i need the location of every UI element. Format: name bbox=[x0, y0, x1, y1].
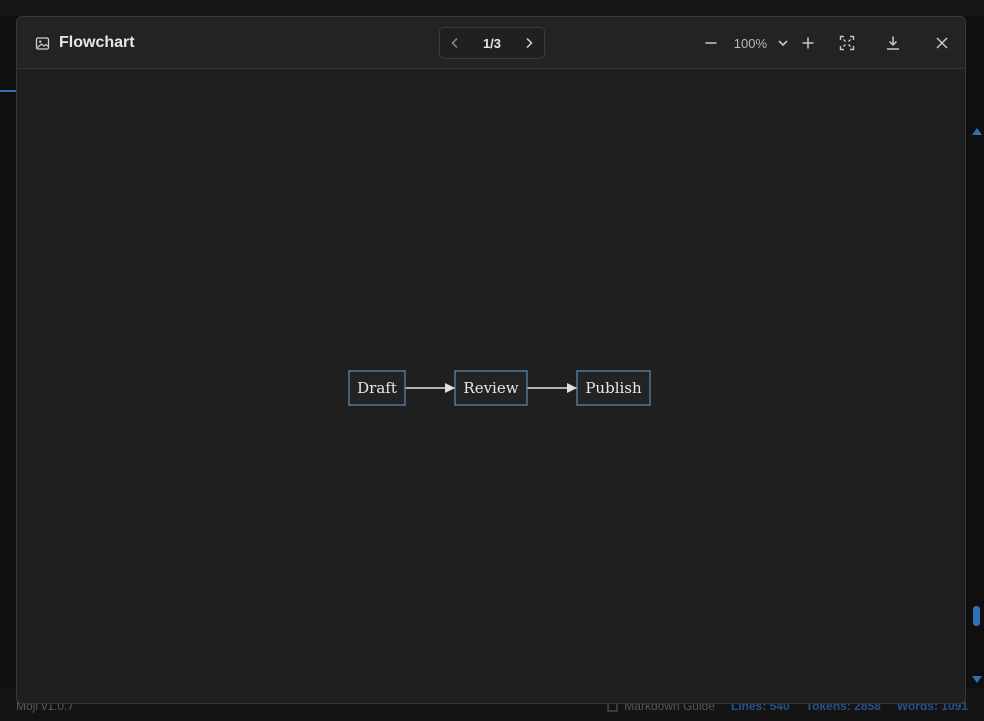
zoom-in-button[interactable] bbox=[801, 36, 815, 50]
flow-node-label: Review bbox=[463, 379, 518, 397]
diagram-viewer-modal: Flowchart 1/3 100% Draft Review Publish bbox=[16, 16, 966, 704]
background-topbar bbox=[0, 0, 984, 16]
fullscreen-icon bbox=[839, 35, 855, 51]
plus-icon bbox=[802, 37, 814, 49]
download-button[interactable] bbox=[885, 35, 901, 51]
flow-node-label: Draft bbox=[357, 379, 397, 397]
modal-title-group: Flowchart bbox=[35, 34, 135, 52]
background-active-tab-indicator bbox=[0, 90, 16, 92]
image-icon bbox=[35, 36, 50, 50]
scroll-up-arrow-icon[interactable] bbox=[972, 128, 982, 135]
zoom-level-select[interactable]: 100% bbox=[734, 36, 789, 51]
flow-node-publish: Publish bbox=[576, 370, 651, 406]
minus-icon bbox=[705, 42, 717, 44]
flow-node-draft: Draft bbox=[348, 370, 406, 406]
fit-to-screen-button[interactable] bbox=[839, 35, 855, 51]
flow-node-review: Review bbox=[454, 370, 528, 406]
flowchart-diagram: Draft Review Publish bbox=[348, 370, 651, 406]
scroll-down-arrow-icon[interactable] bbox=[972, 676, 982, 683]
diagram-pager: 1/3 bbox=[439, 27, 545, 59]
page-indicator: 1/3 bbox=[482, 35, 502, 51]
diagram-canvas[interactable]: Draft Review Publish bbox=[17, 69, 965, 703]
close-button[interactable] bbox=[935, 36, 949, 50]
chevron-right-icon bbox=[526, 37, 533, 49]
zoom-level-value: 100% bbox=[733, 35, 767, 51]
next-diagram-button[interactable] bbox=[522, 36, 536, 50]
download-icon bbox=[887, 36, 899, 50]
chevron-down-icon bbox=[778, 40, 788, 47]
viewer-toolbar: 100% bbox=[704, 29, 949, 57]
modal-header: Flowchart 1/3 100% bbox=[17, 17, 965, 69]
zoom-out-button[interactable] bbox=[704, 36, 718, 50]
close-icon bbox=[936, 37, 948, 49]
chevron-left-icon bbox=[451, 37, 458, 49]
previous-diagram-button[interactable] bbox=[448, 36, 462, 50]
flow-node-label: Publish bbox=[585, 379, 642, 397]
scroll-thumb[interactable] bbox=[973, 606, 980, 626]
modal-title: Flowchart bbox=[59, 34, 135, 51]
background-scrollbar[interactable] bbox=[970, 128, 984, 688]
